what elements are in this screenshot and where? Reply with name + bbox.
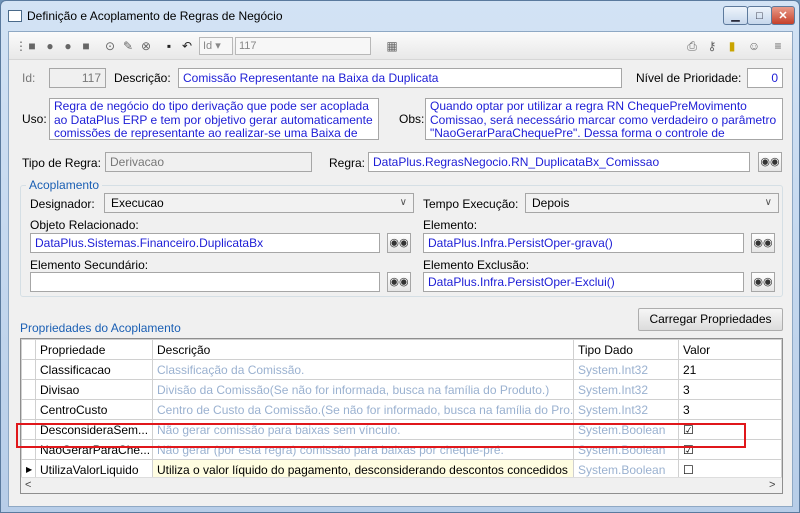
- desc-cell[interactable]: Classificação da Comissão.: [152, 359, 574, 380]
- user-icon[interactable]: ☺: [747, 39, 761, 53]
- designador-value: Execucao: [111, 196, 164, 210]
- minimize-button[interactable]: ▁: [723, 6, 748, 25]
- properties-grid: Propriedade Descrição Tipo Dado Valor Cl…: [20, 338, 783, 494]
- designador-label: Designador:: [30, 197, 95, 211]
- prioridade-label: Nível de Prioridade:: [636, 71, 742, 85]
- secundario-lookup-button[interactable]: ◉◉: [387, 272, 411, 292]
- row-indicator: [21, 379, 36, 400]
- prop-cell[interactable]: Divisao: [35, 379, 153, 400]
- edit-icon[interactable]: ✎: [121, 39, 135, 53]
- uso-memo[interactable]: Regra de negócio do tipo derivação que p…: [49, 98, 379, 140]
- desc-cell[interactable]: Centro de Custo da Comissão.(Se não for …: [152, 399, 574, 420]
- note-icon[interactable]: ▮: [725, 39, 739, 53]
- col-header-propriedade[interactable]: Propriedade: [35, 339, 153, 360]
- prop-cell[interactable]: CentroCusto: [35, 399, 153, 420]
- descricao-field[interactable]: Comissão Representante na Baixa da Dupli…: [178, 68, 622, 88]
- id-field: 117: [49, 68, 106, 88]
- valor-cell[interactable]: 21: [678, 359, 782, 380]
- tipo-cell[interactable]: System.Int32: [573, 359, 679, 380]
- delete-icon[interactable]: ⊗: [139, 39, 153, 53]
- obs-label: Obs:: [399, 112, 425, 126]
- print-icon[interactable]: ⎙: [685, 39, 699, 53]
- row-indicator: [21, 399, 36, 420]
- elemento-label: Elemento:: [423, 218, 478, 232]
- tempo-select[interactable]: Depois ∨: [525, 193, 779, 213]
- valor-cell[interactable]: 3: [678, 399, 782, 420]
- elemento-field[interactable]: DataPlus.Infra.PersistOper-grava(): [423, 233, 744, 253]
- app-icon: [8, 10, 22, 22]
- highlight-annotation: [16, 423, 746, 448]
- desc-cell[interactable]: Divisão da Comissão(Se não for informada…: [152, 379, 574, 400]
- prop-cell[interactable]: Classificacao: [35, 359, 153, 380]
- objeto-lookup-button[interactable]: ◉◉: [387, 233, 411, 253]
- binoculars-icon: ◉◉: [389, 276, 409, 288]
- id-label: Id:: [22, 71, 36, 85]
- binoculars-icon: ◉◉: [389, 237, 409, 249]
- obs-memo[interactable]: Quando optar por utilizar a regra RN Che…: [425, 98, 783, 140]
- tempo-value: Depois: [532, 196, 570, 210]
- regra-label: Regra:: [329, 156, 366, 170]
- descricao-label: Descrição:: [114, 71, 171, 85]
- row-header-cell: [21, 339, 36, 360]
- undo-icon[interactable]: ↶: [180, 39, 194, 53]
- window-title: Definição e Acoplamento de Regras de Neg…: [27, 9, 283, 23]
- tipo-field: Derivacao: [105, 152, 312, 172]
- prioridade-field[interactable]: 0: [747, 68, 783, 88]
- table-row[interactable]: CentroCusto Centro de Custo da Comissão.…: [21, 399, 782, 420]
- title-bar: Definição e Acoplamento de Regras de Neg…: [1, 1, 799, 31]
- last-record-icon[interactable]: ■: [79, 39, 93, 53]
- new-icon[interactable]: ⊙: [103, 39, 117, 53]
- id-search-label: Id ▾: [199, 37, 233, 55]
- next-record-icon[interactable]: ●: [61, 39, 75, 53]
- prev-record-icon[interactable]: ●: [43, 39, 57, 53]
- props-title: Propriedades do Acoplamento: [20, 321, 181, 335]
- designador-select[interactable]: Execucao ∨: [104, 193, 414, 213]
- table-row[interactable]: Classificacao Classificação da Comissão.…: [21, 359, 782, 380]
- tipo-cell[interactable]: System.Int32: [573, 399, 679, 420]
- scroll-right-icon[interactable]: >: [769, 479, 775, 491]
- valor-cell[interactable]: 3: [678, 379, 782, 400]
- binoculars-icon: ◉◉: [753, 237, 773, 249]
- chevron-down-icon: ∨: [399, 197, 407, 208]
- maximize-button[interactable]: □: [747, 6, 772, 25]
- load-properties-button[interactable]: Carregar Propriedades: [638, 308, 783, 331]
- acoplamento-title: Acoplamento: [26, 178, 103, 192]
- id-search-input[interactable]: 117: [235, 37, 371, 55]
- elemento-lookup-button[interactable]: ◉◉: [751, 233, 775, 253]
- binoculars-icon: ◉◉: [760, 156, 780, 168]
- objeto-label: Objeto Relacionado:: [30, 218, 139, 232]
- uso-label: Uso:: [22, 112, 47, 126]
- objeto-field[interactable]: DataPlus.Sistemas.Financeiro.DuplicataBx: [30, 233, 380, 253]
- save-icon[interactable]: ▪: [162, 39, 176, 53]
- chevron-down-icon: ∨: [764, 197, 772, 208]
- close-button[interactable]: ✕: [771, 6, 795, 25]
- exclusao-label: Elemento Exclusão:: [423, 258, 530, 272]
- first-record-icon[interactable]: ■: [25, 39, 39, 53]
- horizontal-scrollbar[interactable]: < >: [21, 477, 782, 493]
- key-icon[interactable]: ⚷: [705, 39, 719, 53]
- table-row[interactable]: Divisao Divisão da Comissão(Se não for i…: [21, 379, 782, 400]
- row-indicator: [21, 359, 36, 380]
- table-icon[interactable]: ▦: [385, 39, 399, 53]
- col-header-valor[interactable]: Valor: [678, 339, 782, 360]
- binoculars-icon: ◉◉: [753, 276, 773, 288]
- tipo-label: Tipo de Regra:: [22, 156, 101, 170]
- regra-field[interactable]: DataPlus.RegrasNegocio.RN_DuplicataBx_Co…: [368, 152, 750, 172]
- tipo-cell[interactable]: System.Int32: [573, 379, 679, 400]
- secundario-field[interactable]: [30, 272, 380, 292]
- col-header-descricao[interactable]: Descrição: [152, 339, 574, 360]
- menu-icon[interactable]: ≡: [771, 39, 785, 53]
- toolbar: ⋮ ■ ● ● ■ ⊙ ✎ ⊗ ▪ ↶ Id ▾ 117 ▦ ⎙ ⚷ ▮ ☺ ≡: [9, 32, 792, 60]
- tempo-label: Tempo Execução:: [423, 197, 519, 211]
- regra-lookup-button[interactable]: ◉◉: [758, 152, 782, 172]
- col-header-tipo[interactable]: Tipo Dado: [573, 339, 679, 360]
- exclusao-lookup-button[interactable]: ◉◉: [751, 272, 775, 292]
- grid-header: Propriedade Descrição Tipo Dado Valor: [21, 339, 782, 360]
- exclusao-field[interactable]: DataPlus.Infra.PersistOper-Exclui(): [423, 272, 744, 292]
- secundario-label: Elemento Secundário:: [30, 258, 149, 272]
- scroll-left-icon[interactable]: <: [25, 479, 31, 491]
